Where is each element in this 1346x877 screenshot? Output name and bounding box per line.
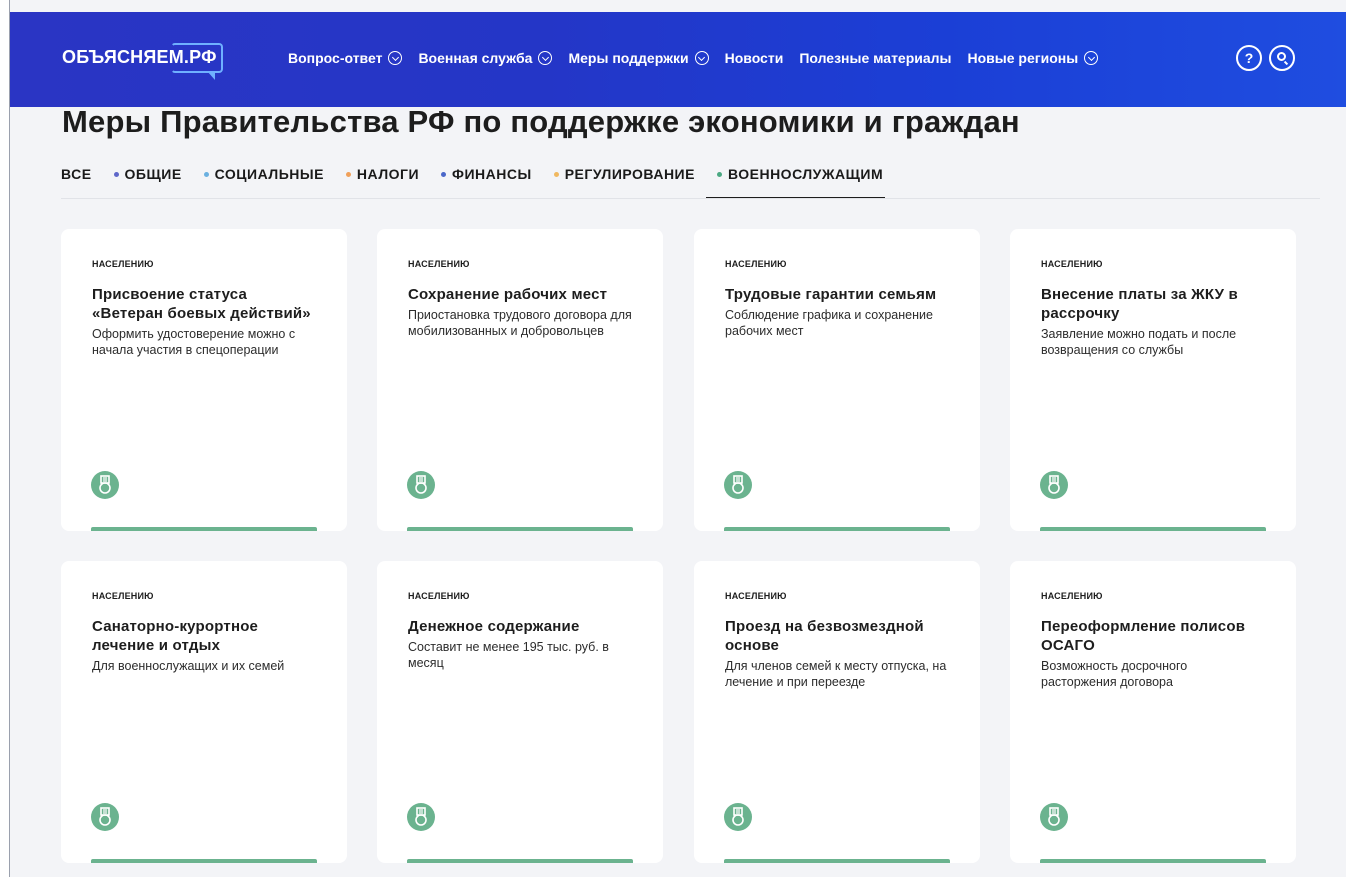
card-accent-bar: [91, 859, 317, 863]
card-category: НАСЕЛЕНИЮ: [408, 591, 470, 601]
tab-dot-icon: [113, 171, 119, 177]
window-left-edge: [0, 0, 10, 877]
measure-card[interactable]: НАСЕЛЕНИЮ Присвоение статуса «Ветеран бо…: [61, 229, 347, 531]
tab-finance[interactable]: ФИНАНСЫ: [441, 166, 532, 182]
measure-card[interactable]: НАСЕЛЕНИЮ Сохранение рабочих мест Приост…: [377, 229, 663, 531]
chevron-down-icon: [1084, 51, 1099, 65]
tab-social[interactable]: СОЦИАЛЬНЫЕ: [203, 166, 324, 182]
card-title: Сохранение рабочих мест: [408, 286, 608, 303]
nav-item-label: Новости: [724, 50, 784, 66]
card-title: Денежное содержание: [408, 618, 580, 635]
measure-card[interactable]: НАСЕЛЕНИЮ Проезд на безвозмездной основе…: [694, 561, 980, 863]
tab-label: ВСЕ: [61, 166, 92, 182]
card-description: Для военнослужащих и их семей: [92, 659, 285, 673]
nav-item-support-measures[interactable]: Меры поддержки: [568, 50, 709, 66]
medal-icon: [1040, 803, 1068, 831]
search-icon: [1277, 52, 1286, 61]
search-button[interactable]: [1269, 45, 1295, 71]
card-accent-bar: [1040, 859, 1266, 863]
help-icon: ?: [1244, 50, 1254, 66]
tab-label: НАЛОГИ: [356, 166, 420, 182]
medal-icon: [724, 803, 752, 831]
tab-military[interactable]: ВОЕННОСЛУЖАЩИМ: [705, 166, 886, 199]
nav-item-label: Вопрос-ответ: [288, 50, 383, 66]
tab-general[interactable]: ОБЩИЕ: [113, 166, 182, 182]
card-category: НАСЕЛЕНИЮ: [725, 591, 787, 601]
tab-label: СОЦИАЛЬНЫЕ: [214, 166, 324, 182]
card-category: НАСЕЛЕНИЮ: [92, 591, 154, 601]
card-category: НАСЕЛЕНИЮ: [1041, 259, 1103, 269]
tab-regulation[interactable]: РЕГУЛИРОВАНИЕ: [553, 166, 695, 182]
card-accent-bar: [407, 859, 633, 863]
chevron-down-icon: [538, 51, 553, 65]
card-category: НАСЕЛЕНИЮ: [1041, 591, 1103, 601]
category-tabs: ВСЕ ОБЩИЕ СОЦИАЛЬНЫЕ НАЛОГИ ФИНАНСЫ РЕГУ…: [61, 166, 886, 199]
nav-item-label: Полезные материалы: [799, 50, 952, 66]
card-title: Трудовые гарантии семьям: [725, 286, 937, 303]
help-button[interactable]: ?: [1236, 45, 1262, 71]
measure-card[interactable]: НАСЕЛЕНИЮ Переоформление полисов ОСАГО В…: [1010, 561, 1296, 863]
main-nav: Вопрос-ответ Военная служба Меры поддерж…: [288, 50, 1099, 66]
tabs-divider: [61, 198, 1320, 199]
medal-icon: [407, 471, 435, 499]
card-category: НАСЕЛЕНИЮ: [725, 259, 787, 269]
card-description: Возможность досрочного расторжения догов…: [1041, 659, 1188, 689]
card-title: Переоформление полисов ОСАГО: [1041, 618, 1246, 654]
card-description: Составит не менее 195 тыс. руб. в месяц: [408, 640, 609, 670]
page-title: Меры Правительства РФ по поддержке эконо…: [62, 104, 1020, 139]
nav-item-label: Меры поддержки: [568, 50, 689, 66]
nav-item-label: Новые регионы: [967, 50, 1079, 66]
card-accent-bar: [724, 859, 950, 863]
medal-icon: [1040, 471, 1068, 499]
nav-item-label: Военная служба: [418, 50, 533, 66]
medal-icon: [407, 803, 435, 831]
tab-dot-icon: [203, 171, 209, 177]
card-description: Оформить удостоверение можно с начала уч…: [92, 327, 296, 357]
tab-label: ОБЩИЕ: [124, 166, 182, 182]
card-title: Проезд на безвозмездной основе: [725, 618, 924, 654]
medal-icon: [724, 471, 752, 499]
measure-card[interactable]: НАСЕЛЕНИЮ Внесение платы за ЖКУ в рассро…: [1010, 229, 1296, 531]
measure-card[interactable]: НАСЕЛЕНИЮ Денежное содержание Составит н…: [377, 561, 663, 863]
card-description: Приостановка трудового договора для моби…: [408, 308, 632, 338]
card-description: Для членов семей к месту отпуска, на леч…: [725, 659, 947, 689]
measure-card[interactable]: НАСЕЛЕНИЮ Трудовые гарантии семьям Соблю…: [694, 229, 980, 531]
nav-item-news[interactable]: Новости: [725, 50, 784, 66]
tab-dot-icon: [553, 171, 559, 177]
card-category: НАСЕЛЕНИЮ: [408, 259, 470, 269]
card-title: Присвоение статуса «Ветеран боевых дейст…: [92, 286, 311, 322]
tab-dot-icon: [441, 171, 447, 177]
site-logo[interactable]: ОБЪЯСНЯЕМ.РФ: [62, 43, 223, 80]
logo-text: ОБЪЯСНЯЕМ.РФ: [62, 47, 217, 67]
nav-item-new-regions[interactable]: Новые регионы: [968, 50, 1099, 66]
site-header: ОБЪЯСНЯЕМ.РФ Вопрос-ответ Военная служба…: [10, 12, 1346, 107]
chevron-down-icon: [694, 51, 709, 65]
card-accent-bar: [407, 527, 633, 531]
tab-label: ВОЕННОСЛУЖАЩИМ: [727, 166, 884, 182]
card-title: Санаторно-курортное лечение и отдых: [92, 618, 259, 654]
tab-all[interactable]: ВСЕ: [61, 166, 92, 182]
tab-label: РЕГУЛИРОВАНИЕ: [564, 166, 695, 182]
card-accent-bar: [91, 527, 317, 531]
card-category: НАСЕЛЕНИЮ: [92, 259, 154, 269]
card-description: Соблюдение графика и сохранение рабочих …: [725, 308, 933, 338]
tab-label: ФИНАНСЫ: [452, 166, 532, 182]
tab-dot-icon: [345, 171, 351, 177]
measure-card[interactable]: НАСЕЛЕНИЮ Санаторно-курортное лечение и …: [61, 561, 347, 863]
chevron-down-icon: [388, 51, 403, 65]
nav-item-useful-materials[interactable]: Полезные материалы: [799, 50, 951, 66]
card-accent-bar: [1040, 527, 1266, 531]
tab-dot-icon: [716, 171, 722, 177]
medal-icon: [91, 471, 119, 499]
nav-item-faq[interactable]: Вопрос-ответ: [288, 50, 403, 66]
nav-item-military-service[interactable]: Военная служба: [418, 50, 553, 66]
tab-taxes[interactable]: НАЛОГИ: [345, 166, 420, 182]
card-title: Внесение платы за ЖКУ в рассрочку: [1041, 286, 1238, 322]
card-accent-bar: [724, 527, 950, 531]
card-description: Заявление можно подать и после возвращен…: [1041, 327, 1237, 357]
medal-icon: [91, 803, 119, 831]
